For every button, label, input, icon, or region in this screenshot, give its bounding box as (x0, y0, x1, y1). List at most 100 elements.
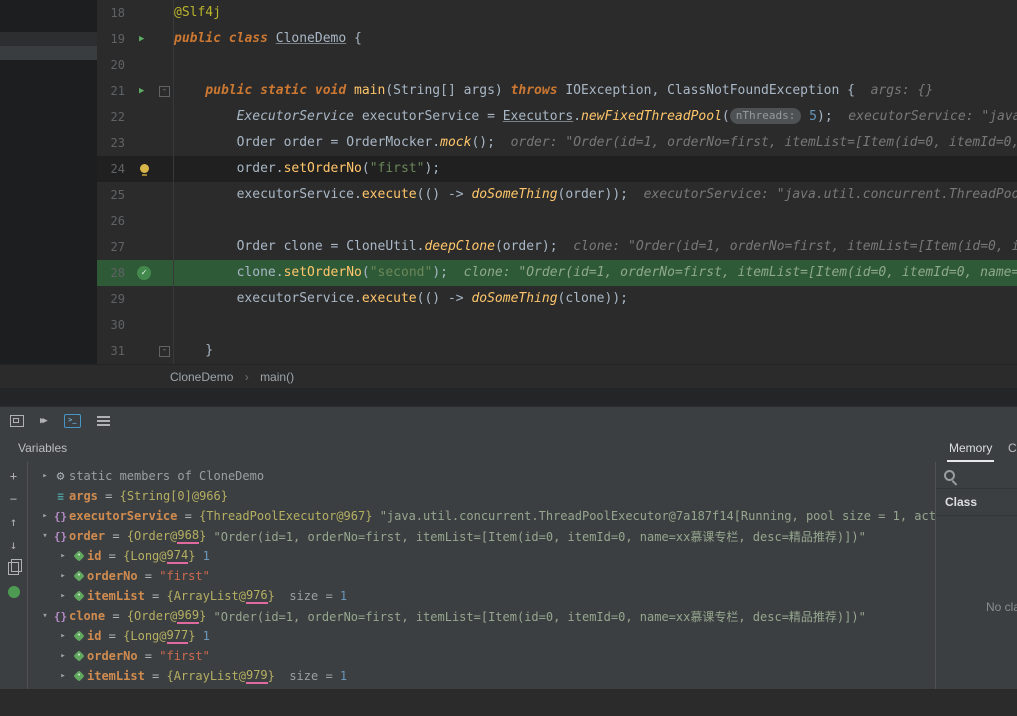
memory-search-input[interactable] (961, 467, 1013, 483)
gutter-icon-cell[interactable]: ✓ (133, 260, 157, 286)
expand-arrow-icon[interactable]: ▸ (56, 551, 70, 561)
code-line-30: 30 (97, 312, 1017, 338)
expand-arrow-icon[interactable]: ▸ (38, 471, 52, 481)
line-number[interactable]: 27 (97, 234, 133, 260)
arrow-down-icon[interactable]: ↓ (10, 539, 17, 551)
run-icon[interactable]: ▶ (139, 26, 144, 52)
line-number[interactable]: 30 (97, 312, 133, 338)
subtract-icon[interactable]: − (10, 493, 17, 505)
line-number[interactable]: 23 (97, 130, 133, 156)
variable-row[interactable]: ▸ id = {Long@ 974} 1 (28, 546, 935, 566)
expand-arrow-icon[interactable]: ▸ (56, 591, 70, 601)
code-text[interactable]: public static void main(String[] args) t… (174, 78, 1017, 104)
variable-row[interactable]: ▾{} clone = {Order@ 969} "Order(id=1, orde… (28, 606, 935, 626)
code-text[interactable]: executorService.execute(() -> doSomeThin… (174, 182, 1017, 208)
editor-debug-splitter[interactable] (0, 388, 1017, 406)
breadcrumb: CloneDemo › main() (0, 364, 1017, 389)
variable-row[interactable]: ▸ itemList = {ArrayList@ 979} size = 1 (28, 666, 935, 686)
gutter-icon-cell[interactable]: ▶ (133, 78, 157, 104)
line-number[interactable]: 20 (97, 52, 133, 78)
add-icon[interactable]: + (10, 470, 17, 482)
code-token: public class (174, 31, 276, 46)
variable-vstr: "Order(id=1, orderNo=first, itemList=[It… (213, 529, 866, 544)
code-text[interactable]: @Slf4j (174, 0, 1017, 26)
line-number[interactable]: 31 (97, 338, 133, 364)
breadcrumb-item-method[interactable]: main() (260, 370, 294, 384)
fold-column (157, 182, 174, 208)
variable-row[interactable]: ▸ orderNo = "first" (28, 646, 935, 666)
line-number[interactable]: 22 (97, 104, 133, 130)
variable-row[interactable]: ▸ orderNo = "first" (28, 566, 935, 586)
fold-marker-icon[interactable]: - (159, 346, 170, 357)
tab-memory[interactable]: Memory (947, 434, 995, 462)
code-text[interactable]: Order order = OrderMocker.mock(); order:… (174, 130, 1017, 156)
line-number[interactable]: 18 (97, 0, 133, 26)
gutter-icon-cell[interactable]: ▶ (133, 26, 157, 52)
code-text[interactable] (174, 52, 1017, 78)
expand-arrow-icon[interactable]: ▸ (56, 671, 70, 681)
fold-column (157, 260, 174, 286)
line-number[interactable]: 21 (97, 78, 133, 104)
variable-ref: } (199, 529, 214, 543)
variable-row[interactable]: ▾{} order = {Order@ 968} "Order(id=1, orde… (28, 526, 935, 546)
code-line-23: 23 Order order = OrderMocker.mock(); orde… (97, 130, 1017, 156)
expand-arrow-icon[interactable]: ▸ (56, 651, 70, 661)
line-number[interactable]: 24 (97, 156, 133, 182)
green-status-icon[interactable] (7, 586, 20, 598)
line-number[interactable]: 25 (97, 182, 133, 208)
variable-vnum: 1 (339, 589, 348, 603)
code-text[interactable] (174, 312, 1017, 338)
filter-settings-icon[interactable] (96, 416, 110, 426)
code-text[interactable]: Order clone = CloneUtil.deepClone(order)… (174, 234, 1017, 260)
gutter-icon-cell[interactable] (133, 156, 157, 182)
restore-layout-icon[interactable] (10, 415, 24, 427)
variable-ref: } (188, 629, 203, 643)
param-hint-chip: nThreads: (729, 108, 802, 124)
variable-name: id (87, 549, 102, 563)
variable-row[interactable]: ≡ args = {String[0]@966} (28, 486, 935, 506)
fold-marker-icon[interactable]: - (159, 86, 170, 97)
breadcrumb-item-class[interactable]: CloneDemo (170, 370, 233, 384)
code-token: IOException, ClassNotFoundException { (565, 83, 855, 98)
code-token: public static void (205, 83, 355, 98)
code-text[interactable]: executorService.execute(() -> doSomeThin… (174, 286, 1017, 312)
arrow-up-icon[interactable]: ↑ (10, 516, 17, 528)
code-text[interactable] (174, 208, 1017, 234)
copy-icon[interactable] (8, 559, 22, 575)
code-line-22: 22 ExecutorService executorService = Exec… (97, 104, 1017, 130)
breakpoint-verified-icon[interactable]: ✓ (137, 266, 151, 280)
variable-ref: } (267, 669, 283, 683)
code-text[interactable]: order.setOrderNo("first"); (174, 156, 1017, 182)
line-number[interactable]: 28 (97, 260, 133, 286)
line-number[interactable]: 29 (97, 286, 133, 312)
tab-variables[interactable]: Variables (18, 434, 67, 462)
fold-column (157, 156, 174, 182)
code-token: doSomeThing (471, 291, 558, 306)
code-text[interactable]: public class CloneDemo { (174, 26, 1017, 52)
search-icon (944, 469, 955, 481)
intention-bulb-icon[interactable] (140, 164, 149, 176)
code-text[interactable]: clone.setOrderNo("second"); clone: "Orde… (174, 260, 1017, 286)
line-number[interactable]: 19 (97, 26, 133, 52)
code-text[interactable]: ExecutorService executorService = Execut… (174, 104, 1017, 130)
line-number[interactable]: 26 (97, 208, 133, 234)
expand-arrow-icon[interactable]: ▸ (56, 571, 70, 581)
collapse-arrow-icon[interactable]: ▾ (38, 611, 52, 621)
expand-arrow-icon[interactable]: ▸ (38, 511, 52, 521)
variable-row[interactable]: ▸ ⚙ static members of CloneDemo (28, 466, 935, 486)
console-icon[interactable]: >_ (63, 414, 81, 428)
tab-cut[interactable]: C (1008, 434, 1017, 462)
variable-ref: {Long@ (123, 549, 167, 563)
expand-arrow-icon[interactable]: ▸ (56, 631, 70, 641)
run-icon[interactable]: ▶ (139, 78, 144, 104)
variable-row[interactable]: ▸{} executorService = {ThreadPoolExecutor… (28, 506, 935, 526)
variable-row[interactable]: ▸ itemList = {ArrayList@ 976} size = 1 (28, 586, 935, 606)
variable-row[interactable]: ▸ id = {Long@ 977} 1 (28, 626, 935, 646)
collapse-arrow-icon[interactable]: ▾ (38, 531, 52, 541)
code-token: setOrderNo (283, 265, 362, 280)
code-text[interactable]: } (174, 338, 1017, 364)
field-tag-icon (70, 550, 87, 562)
inline-debug-value: executorService: "java.util.concurrent.T… (643, 187, 1017, 202)
code-editor[interactable]: 18 @Slf4j 19 ▶ public class CloneDemo { 20 21 ▶… (97, 0, 1017, 364)
fast-forward-icon[interactable]: ▶▶ (40, 416, 48, 426)
